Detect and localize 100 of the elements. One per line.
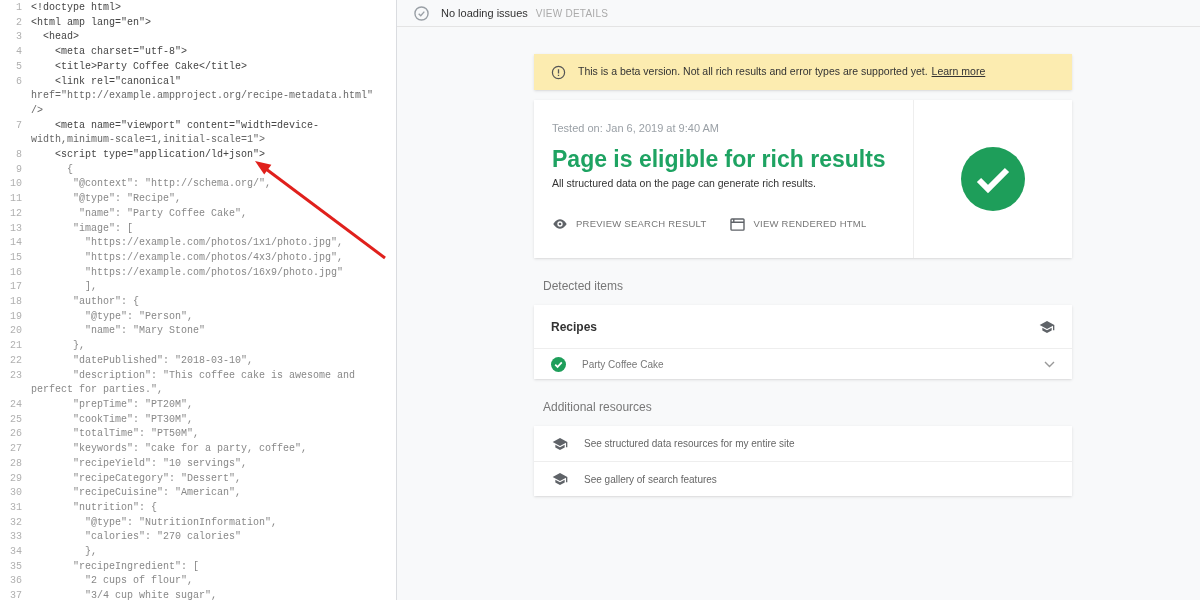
line-number: 7: [15, 118, 23, 133]
code-line: "nutrition": {: [72, 500, 158, 515]
code-line: <link rel="canonical": [54, 74, 182, 89]
code-line: />: [30, 103, 43, 118]
code-line: perfect for parties.",: [30, 383, 164, 398]
code-line: },: [84, 545, 97, 559]
code-line: "@type": "Person",: [84, 309, 194, 324]
code-line: "@context": "http://schema.org/",: [72, 177, 272, 192]
code-line: "recipeYield": "10 servings",: [72, 456, 248, 471]
line-number: 25: [9, 412, 23, 427]
status-label: No loading issues: [441, 5, 528, 21]
check-circle-icon: [414, 5, 429, 21]
section-heading: Additional resources: [542, 399, 653, 416]
info-icon: [551, 64, 566, 80]
code-line: "2 cups of flour",: [84, 574, 194, 589]
graduation-cap-icon: [552, 472, 568, 486]
line-number: 28: [9, 456, 23, 471]
code-line: },: [72, 339, 85, 354]
code-line: "@type": "Recipe",: [72, 192, 182, 207]
line-number: 35: [9, 559, 23, 574]
code-line: "@type": "NutritionInformation",: [84, 515, 278, 530]
code-line: "author": {: [72, 295, 140, 310]
code-line: "recipeIngredient": [: [72, 559, 200, 574]
detected-item[interactable]: Party Coffee Cake: [534, 349, 1072, 379]
code-line: "cookTime": "PT30M",: [72, 412, 194, 427]
code-line: "https://example.com/photos/1x1/photo.jpg",: [84, 236, 344, 251]
line-number: 8: [15, 148, 23, 163]
line-number: 10: [9, 177, 23, 192]
code-line: <html amp lang="en">: [30, 15, 152, 30]
code-line: "name": "Party Coffee Cake",: [78, 206, 248, 221]
line-number: 26: [9, 427, 23, 442]
eye-icon: [552, 218, 568, 231]
line-number: 21: [9, 339, 23, 354]
line-number: 23: [9, 368, 23, 383]
code-line: "3/4 cup white sugar",: [84, 589, 218, 600]
code-line: <meta charset="utf-8">: [54, 45, 188, 60]
line-number: 24: [9, 398, 23, 412]
item-label: Party Coffee Cake: [582, 357, 665, 372]
code-line: <head>: [42, 30, 79, 45]
code-line: <!doctype html>: [30, 1, 121, 15]
code-line: "recipeCuisine": "American",: [72, 486, 242, 501]
code-line: <script type="application/ld+json">: [54, 148, 266, 163]
line-number: 5: [15, 59, 23, 74]
line-number: 12: [9, 206, 23, 221]
line-number: 22: [9, 353, 23, 368]
line-number: 15: [9, 250, 23, 265]
line-number: 32: [9, 515, 23, 530]
line-number: 18: [9, 295, 23, 310]
resource-link[interactable]: See gallery of search features: [584, 471, 717, 487]
code-line: "recipeCategory": "Dessert",: [72, 471, 242, 486]
success-check-icon: [961, 147, 1025, 211]
line-number: 13: [9, 221, 23, 236]
line-number: 37: [9, 589, 23, 600]
line-number: 16: [9, 265, 23, 280]
code-line: href="http://example.ampproject.org/recipe-metadata.html": [30, 89, 374, 104]
section-heading: Detected items: [542, 278, 625, 295]
chevron-down-icon[interactable]: [1044, 360, 1055, 368]
line-number: 31: [9, 500, 23, 515]
code-line: "image": [: [72, 221, 134, 236]
recipes-title: Recipes: [551, 318, 598, 336]
code-line: "https://example.com/photos/4x3/photo.jpg",: [84, 250, 344, 265]
line-number: 27: [9, 442, 23, 457]
code-line: {: [66, 162, 73, 177]
line-number: 29: [9, 471, 23, 486]
action-button[interactable]: PREVIEW SEARCH RESULT: [552, 217, 707, 232]
code-line: "description": "This coffee cake is awesome and: [72, 368, 356, 383]
code-line: "datePublished": "2018-03-10",: [72, 353, 254, 368]
action-button[interactable]: VIEW RENDERED HTML: [730, 217, 867, 232]
line-number: 11: [9, 192, 23, 207]
line-number: 1: [15, 1, 23, 15]
graduation-cap-icon: [1039, 319, 1055, 334]
code-line: "prepTime": "PT20M",: [72, 398, 194, 412]
result-heading: Page is eligible for rich results: [552, 144, 887, 174]
code-line: "calories": "270 calories": [84, 530, 242, 545]
code-line: "name": "Mary Stone": [84, 324, 206, 339]
banner-text: This is a beta version. Not all rich results and error types are supported yet.: [578, 64, 928, 80]
code-line: "https://example.com/photos/16x9/photo.jpg": [84, 265, 344, 280]
line-number: 19: [9, 309, 23, 324]
line-number: 6: [15, 74, 23, 89]
line-number: 30: [9, 486, 23, 501]
line-number: 17: [9, 280, 23, 295]
line-number: 34: [9, 545, 23, 559]
line-number: 4: [15, 45, 23, 60]
browser-window-icon: [730, 217, 746, 231]
code-line: <title>Party Coffee Cake</title>: [54, 59, 248, 74]
code-line: ],: [84, 280, 97, 295]
line-number: 2: [15, 15, 23, 30]
learn-more-link[interactable]: Learn more: [931, 64, 986, 80]
line-number: 36: [9, 574, 23, 589]
line-number: 20: [9, 324, 23, 339]
line-number: 14: [9, 236, 23, 251]
graduation-cap-icon: [552, 436, 568, 451]
code-line: "totalTime": "PT50M",: [72, 427, 200, 442]
tested-on-text: Tested on: Jan 6, 2019 at 9:40 AM: [552, 121, 720, 136]
line-number: 33: [9, 530, 23, 545]
code-line: width,minimum-scale=1,initial-scale=1">: [30, 133, 266, 148]
resource-link[interactable]: See structured data resources for my entire site: [584, 436, 795, 451]
code-line: <meta name="viewport" content="width=device-: [54, 118, 320, 133]
result-subtitle: All structured data on the page can generate rich results.: [552, 176, 817, 192]
code-line: "keywords": "cake for a party, coffee",: [72, 442, 308, 457]
